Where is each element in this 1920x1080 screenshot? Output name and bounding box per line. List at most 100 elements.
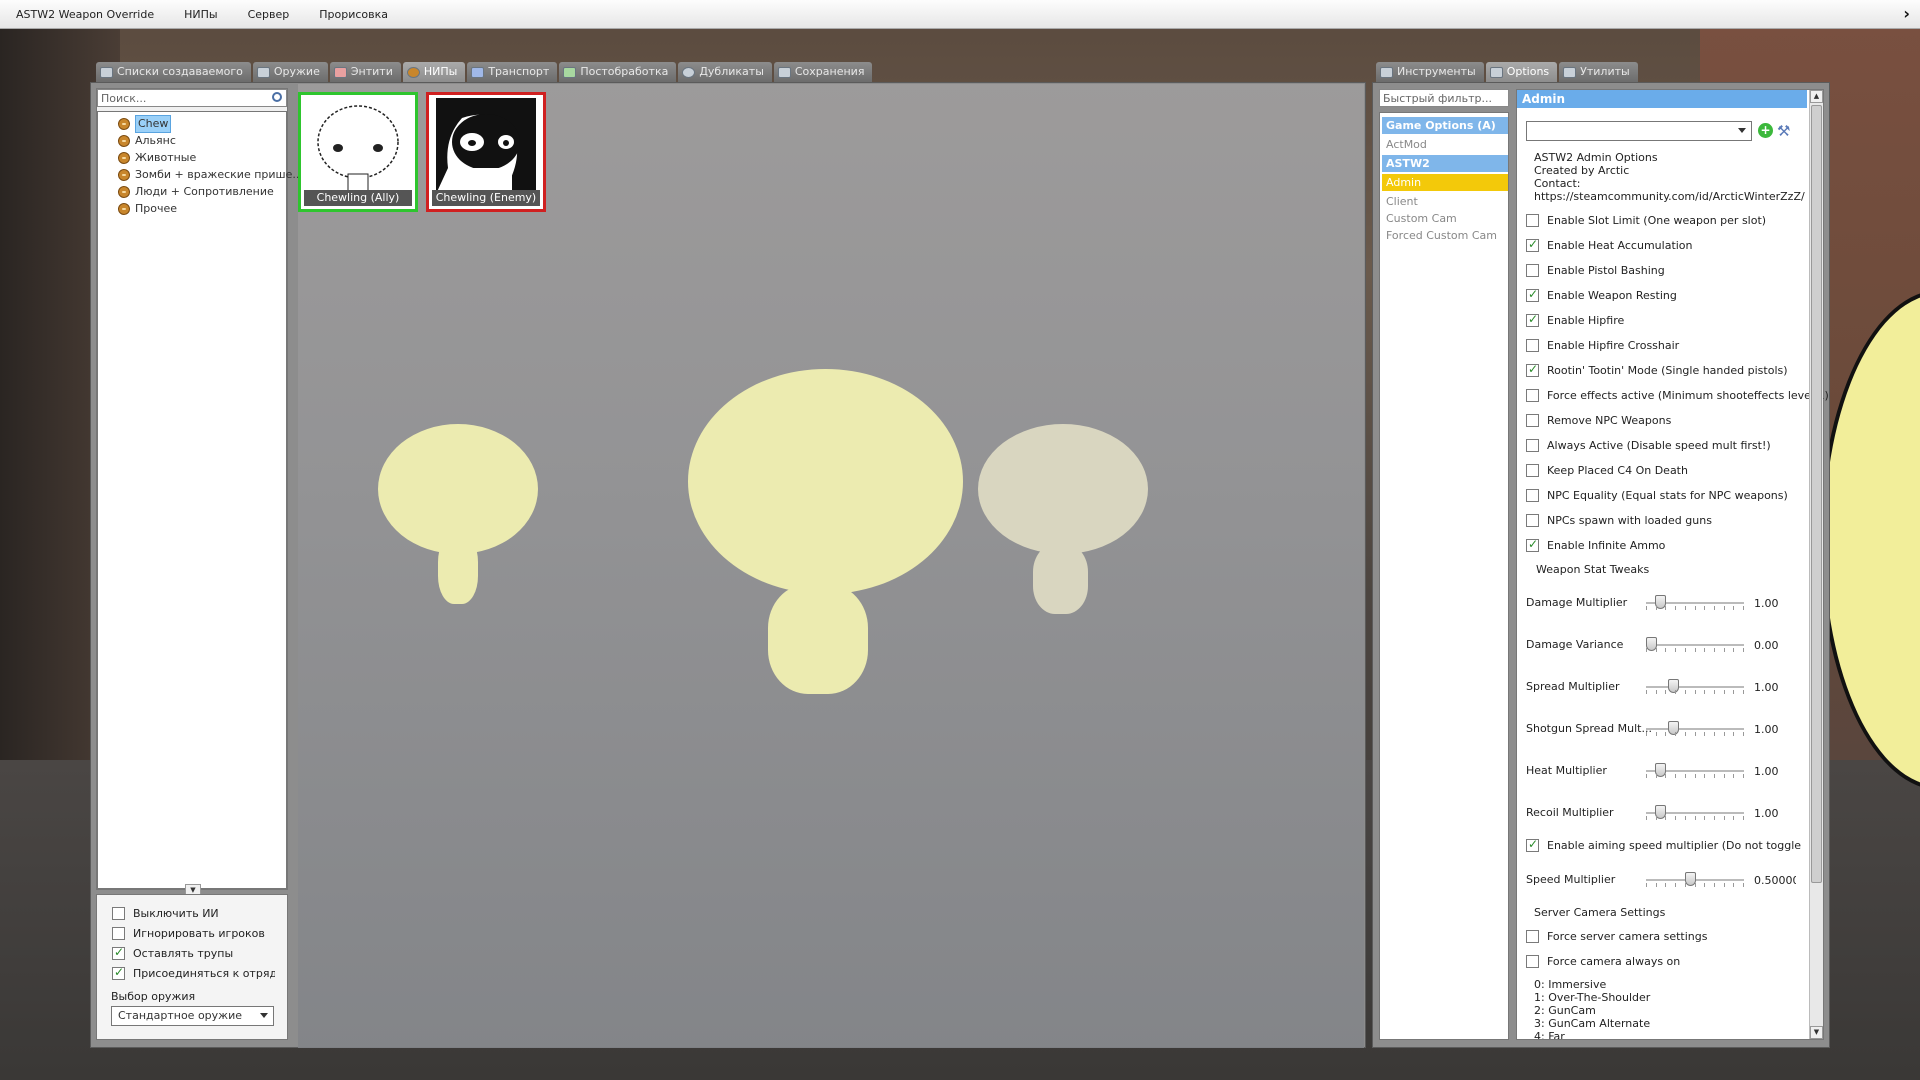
checkbox[interactable] <box>112 965 125 980</box>
option-disable-ai[interactable]: Выключить ИИ <box>112 904 219 922</box>
checkbox[interactable] <box>1526 438 1539 452</box>
option-force-effects[interactable]: Force effects active (Minimum shooteffec… <box>1526 386 1829 404</box>
option-remove-npc-weapons[interactable]: Remove NPC Weapons <box>1526 411 1671 429</box>
menu-drawing[interactable]: Прорисовка <box>303 0 402 29</box>
tab-npcs[interactable]: НИПы <box>402 62 466 82</box>
option-hipfire[interactable]: Enable Hipfire <box>1526 311 1624 329</box>
checkbox[interactable] <box>1526 537 1539 552</box>
option-always-active[interactable]: Always Active (Disable speed mult first!… <box>1526 436 1771 454</box>
tab-entities[interactable]: Энтити <box>329 62 401 82</box>
weapon-select-dropdown[interactable]: Стандартное оружие <box>111 1006 274 1026</box>
tree-item-combine[interactable]: Альянс <box>118 133 176 149</box>
option-force-camera-always-on[interactable]: Force camera always on <box>1526 952 1680 970</box>
wrench-icon[interactable]: ⚒ <box>1777 122 1790 140</box>
option-heat-accumulation[interactable]: Enable Heat Accumulation <box>1526 236 1693 254</box>
option-keep-corpses[interactable]: Оставлять трупы <box>112 944 233 962</box>
tab-vehicles[interactable]: Транспорт <box>467 62 558 82</box>
spread-multiplier-slider[interactable] <box>1646 677 1744 697</box>
option-weapon-resting[interactable]: Enable Weapon Resting <box>1526 286 1677 304</box>
monkey-icon <box>118 135 130 147</box>
checkbox[interactable] <box>1526 338 1539 352</box>
slider-tick <box>1704 883 1705 887</box>
damage-variance-slider[interactable] <box>1646 635 1744 655</box>
tree-item-zombies[interactable]: Зомби + вражеские прише... <box>118 167 303 183</box>
checkbox[interactable] <box>1526 312 1539 327</box>
checkbox[interactable] <box>1526 237 1539 252</box>
quick-filter-input[interactable]: Быстрый фильтр... <box>1379 89 1509 107</box>
tree-item-animals[interactable]: Животные <box>118 150 196 166</box>
option-infinite-ammo[interactable]: Enable Infinite Ammo <box>1526 536 1665 554</box>
option-npc-loaded-guns[interactable]: NPCs spawn with loaded guns <box>1526 511 1712 529</box>
slider-handle[interactable] <box>1668 679 1679 693</box>
menu-server[interactable]: Сервер <box>232 0 304 29</box>
scroll-up-button[interactable]: ▲ <box>1810 90 1823 103</box>
search-icon[interactable] <box>272 92 282 102</box>
tab-utilities[interactable]: Утилиты <box>1559 62 1638 82</box>
tab-postprocess[interactable]: Постобработка <box>559 62 677 82</box>
checkbox[interactable] <box>1526 263 1539 277</box>
checkbox[interactable] <box>1526 929 1539 943</box>
checkbox[interactable] <box>112 906 125 920</box>
slider-tick <box>1714 883 1715 887</box>
option-keep-c4[interactable]: Keep Placed C4 On Death <box>1526 461 1688 479</box>
npc-search-input[interactable]: Поиск... <box>97 89 287 107</box>
speed-multiplier-slider[interactable] <box>1646 870 1744 890</box>
recoil-multiplier-slider[interactable] <box>1646 803 1744 823</box>
tab-saves[interactable]: Сохранения <box>773 62 873 82</box>
option-force-server-camera[interactable]: Force server camera settings <box>1526 927 1707 945</box>
option-slot-limit[interactable]: Enable Slot Limit (One weapon per slot) <box>1526 211 1766 229</box>
checkbox[interactable] <box>1526 488 1539 502</box>
option-aiming-speed-multiplier[interactable]: Enable aiming speed multiplier (Do not t… <box>1526 836 1804 854</box>
shotgun-spread-slider[interactable] <box>1646 719 1744 739</box>
category-game-options[interactable]: Game Options (A) <box>1382 117 1508 134</box>
checkbox[interactable] <box>1526 287 1539 302</box>
npc-card-chewling-enemy[interactable]: Chewling (Enemy) <box>426 92 546 212</box>
option-join-squad[interactable]: Присоединяться к отряду <box>112 964 275 982</box>
slider-tick <box>1665 816 1666 820</box>
tab-spawnlists[interactable]: Списки создаваемого <box>96 62 251 82</box>
slider-handle[interactable] <box>1668 721 1679 735</box>
admin-contact-link[interactable]: https://steamcommunity.com/id/ArcticWint… <box>1534 190 1805 203</box>
checkbox[interactable] <box>1526 513 1539 527</box>
chevron-right-icon[interactable]: › <box>1903 4 1910 23</box>
preset-dropdown[interactable] <box>1526 121 1752 141</box>
category-client[interactable]: Client <box>1382 193 1508 210</box>
checkbox[interactable] <box>1526 388 1539 402</box>
slider-tick <box>1685 732 1686 736</box>
add-preset-icon[interactable]: + <box>1758 123 1773 138</box>
slider-value: 1.00 <box>1754 597 1779 610</box>
tree-item-chew[interactable]: Chew <box>118 115 172 133</box>
checkbox[interactable] <box>1526 213 1539 227</box>
checkbox[interactable] <box>1526 413 1539 427</box>
scrollbar-thumb[interactable] <box>1811 105 1822 883</box>
option-rootin-tootin-mode[interactable]: Rootin' Tootin' Mode (Single handed pist… <box>1526 361 1788 379</box>
checkbox[interactable] <box>1526 362 1539 377</box>
option-hipfire-crosshair[interactable]: Enable Hipfire Crosshair <box>1526 336 1679 354</box>
option-npc-equality[interactable]: NPC Equality (Equal stats for NPC weapon… <box>1526 486 1788 504</box>
category-astw2[interactable]: ASTW2 <box>1382 155 1508 172</box>
damage-multiplier-slider[interactable] <box>1646 593 1744 613</box>
tree-item-humans[interactable]: Люди + Сопротивление <box>118 184 274 200</box>
scroll-down-button[interactable]: ▼ <box>1810 1026 1823 1039</box>
heat-multiplier-slider[interactable] <box>1646 761 1744 781</box>
category-forced-custom-cam[interactable]: Forced Custom Cam <box>1382 227 1508 244</box>
option-ignore-players[interactable]: Игнорировать игроков <box>112 924 265 942</box>
category-actmod[interactable]: ActMod <box>1382 136 1508 153</box>
checkbox[interactable] <box>1526 463 1539 477</box>
slider-tick <box>1665 690 1666 694</box>
checkbox[interactable] <box>1526 954 1539 968</box>
menu-npcs[interactable]: НИПы <box>168 0 231 29</box>
checkbox[interactable] <box>1526 837 1539 852</box>
tab-dupes[interactable]: Дубликаты <box>678 62 772 82</box>
checkbox[interactable] <box>112 926 125 940</box>
category-admin[interactable]: Admin <box>1382 174 1508 191</box>
tab-weapons[interactable]: Оружие <box>252 62 328 82</box>
category-custom-cam[interactable]: Custom Cam <box>1382 210 1508 227</box>
tab-tools[interactable]: Инструменты <box>1376 62 1484 82</box>
checkbox[interactable] <box>112 945 125 960</box>
menu-astw2-weapon-override[interactable]: ASTW2 Weapon Override <box>0 0 168 29</box>
option-pistol-bashing[interactable]: Enable Pistol Bashing <box>1526 261 1665 279</box>
tree-item-other[interactable]: Прочее <box>118 201 177 217</box>
tab-options[interactable]: Options <box>1485 62 1558 82</box>
npc-card-chewling-ally[interactable]: Chewling (Ally) <box>298 92 418 212</box>
